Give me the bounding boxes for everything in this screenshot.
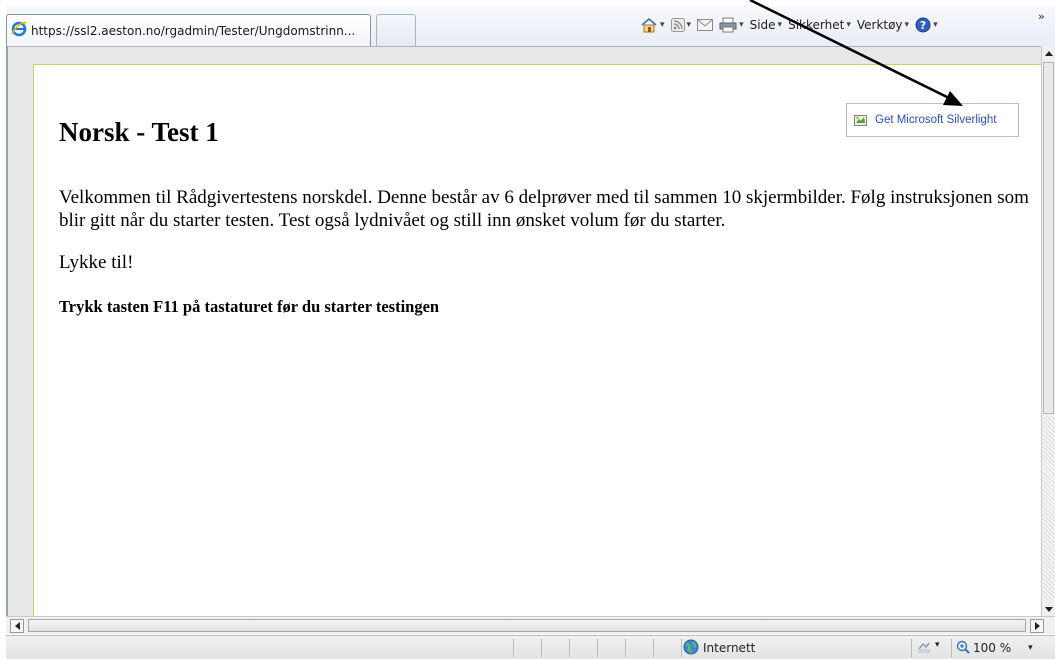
protected-mode-icon [917,640,931,657]
status-panel [541,639,569,657]
silverlight-icon [854,114,867,126]
new-tab-button[interactable] [376,14,416,46]
tools-menu-label: Verktøy [856,18,903,32]
tools-menu[interactable]: Verktøy ▾ [857,18,909,32]
safety-menu-label: Sikkerhet [788,18,845,32]
scroll-up-icon[interactable] [1042,46,1055,60]
feeds-button[interactable]: ▾ [670,18,692,32]
chevron-down-icon: ▾ [846,20,851,30]
mail-button[interactable] [697,19,714,31]
home-icon [640,17,658,33]
zoom-level: 100 % [973,641,1012,655]
chevron-down-icon: ▾ [777,20,783,30]
status-panel [513,639,541,657]
vertical-scroll-thumb[interactable] [1043,62,1054,414]
status-panel [597,639,625,657]
chevron-down-icon[interactable]: ▾ [739,20,744,30]
horizontal-scroll-thumb[interactable] [28,619,1026,632]
chevron-down-icon[interactable]: ▾ [1028,643,1033,653]
zoom-control[interactable]: 100 % ▾ [956,639,1033,657]
get-silverlight-label: Get Microsoft Silverlight [875,114,997,126]
f11-instruction: Trykk tasten F11 på tastaturet før du st… [59,297,440,316]
print-icon [719,17,737,33]
zoom-icon [956,640,970,657]
status-bar: Internett ▾ 100 % ▾ [6,635,1055,659]
command-bar: ▾ ▾ ▾ Side ▾ Sikkerhet ▾ Verktøy ▾ ? ▾ [640,12,938,38]
vertical-scroll-track[interactable] [1043,416,1054,600]
horizontal-scrollbar[interactable] [6,616,1055,634]
browser-window: https://ssl2.aeston.no/rgadmin/Tester/Un… [0,0,1055,659]
more-commands-chevron[interactable]: » [1038,10,1045,23]
get-silverlight-button[interactable]: Get Microsoft Silverlight [846,103,1019,137]
help-icon: ? [915,17,931,33]
security-zone[interactable]: Internett [683,639,755,657]
zone-label: Internett [703,641,756,655]
tab-url: https://ssl2.aeston.no/rgadmin/Tester/Un… [31,23,356,38]
help-menu[interactable]: ? ▾ [915,17,938,33]
protected-mode-panel[interactable]: ▾ [911,639,951,657]
scroll-right-icon[interactable] [1030,619,1044,633]
mail-icon [697,19,714,31]
chevron-down-icon: ▾ [935,640,940,650]
chevron-down-icon: ▾ [933,20,938,30]
browser-tab[interactable]: https://ssl2.aeston.no/rgadmin/Tester/Un… [6,14,371,46]
good-luck-text: Lykke til! [59,252,134,273]
home-button[interactable]: ▾ [640,17,665,33]
scroll-down-icon[interactable] [1042,602,1055,616]
feeds-icon [670,18,685,32]
globe-icon [683,639,699,658]
status-panel [625,639,653,657]
page-menu-label: Side [749,18,776,32]
svg-text:?: ? [920,19,926,32]
vertical-scrollbar[interactable] [1041,46,1055,616]
page-title: Norsk - Test 1 [59,117,219,147]
print-button[interactable]: ▾ [719,17,744,33]
web-page: Norsk - Test 1 Get Microsoft Silverlight… [33,64,1041,616]
scroll-left-icon[interactable] [10,619,24,633]
intro-text: Velkommen til Rådgivertestens norskdel. … [59,187,1029,231]
ie-logo-icon [11,21,27,40]
status-panel [569,639,597,657]
safety-menu[interactable]: Sikkerhet ▾ [788,18,851,32]
chevron-down-icon[interactable]: ▾ [660,20,665,30]
page-menu[interactable]: Side ▾ [750,18,782,32]
chevron-down-icon[interactable]: ▾ [687,20,692,30]
status-panel [653,639,681,657]
chevron-down-icon: ▾ [904,20,910,30]
